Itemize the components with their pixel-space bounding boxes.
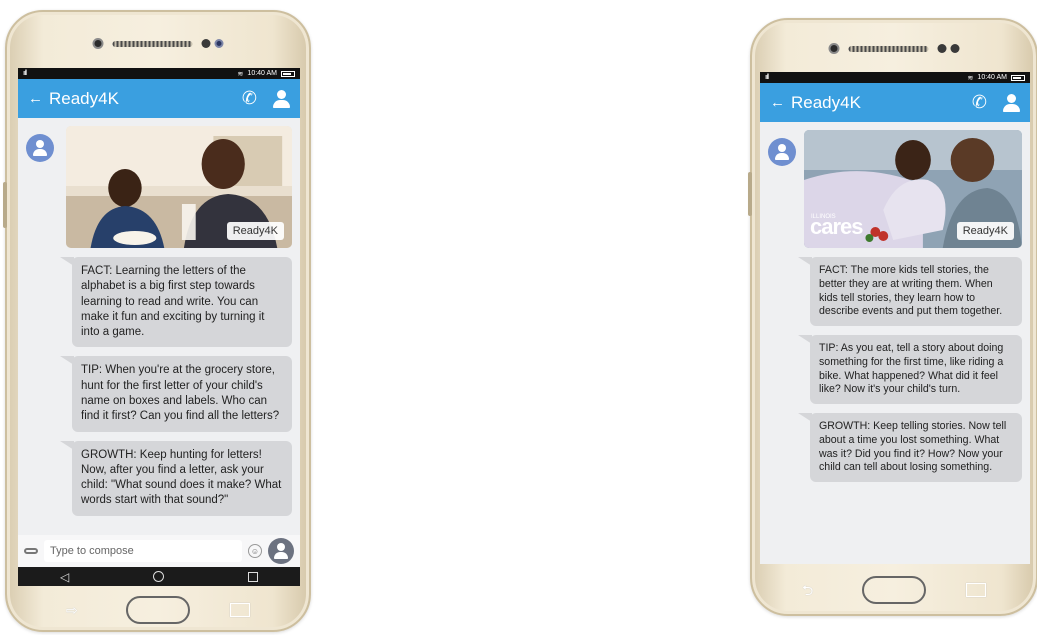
message-tip: TIP: When you're at the grocery store, h… bbox=[60, 356, 292, 432]
illinois-cares-logo: cares bbox=[810, 214, 864, 239]
contact-title: Ready4K bbox=[791, 92, 861, 112]
compose-bar: Type to compose ☺ bbox=[18, 535, 300, 567]
front-camera bbox=[92, 38, 104, 49]
contact-person-icon[interactable] bbox=[273, 89, 290, 108]
message-growth: GROWTH: Keep telling stories. Now tell a… bbox=[798, 413, 1022, 483]
screen: ııll ≋ 10:40 AM ← Ready4K ✆ bbox=[760, 72, 1030, 564]
sender-avatar-icon bbox=[26, 134, 54, 162]
hardware-back-icon[interactable]: ⮌ bbox=[802, 583, 822, 597]
android-nav-bar: ◁ bbox=[18, 567, 300, 586]
send-button[interactable] bbox=[268, 538, 294, 564]
signal-icon: ııll bbox=[23, 70, 27, 77]
status-bar: ııll ≋ 10:40 AM bbox=[18, 68, 300, 79]
phone-call-icon[interactable]: ✆ bbox=[972, 92, 987, 113]
ready4k-logo: Ready4K bbox=[226, 222, 284, 240]
hardware-home-button[interactable] bbox=[126, 596, 190, 624]
light-sensor bbox=[214, 39, 224, 48]
nav-recents-icon[interactable] bbox=[248, 571, 259, 582]
speaker-grill bbox=[112, 40, 193, 47]
proximity-sensor bbox=[937, 44, 947, 53]
hardware-buttons: ⮌ bbox=[752, 576, 1036, 604]
nav-back-icon[interactable]: ◁ bbox=[60, 570, 69, 584]
signal-icon: ııll bbox=[765, 74, 769, 81]
status-time: 10:40 AM bbox=[247, 70, 277, 77]
volume-button bbox=[3, 182, 7, 228]
app-bar: ← Ready4K ✆ bbox=[18, 79, 300, 118]
attach-icon[interactable] bbox=[24, 548, 38, 554]
wifi-icon: ≋ bbox=[237, 70, 244, 78]
conversation: ILLINOIS cares Ready4K FACT: The more ki… bbox=[760, 122, 1030, 483]
screen: ııll ≋ 10:40 AM ← Ready4K ✆ bbox=[18, 68, 300, 586]
contact-person-icon[interactable] bbox=[1003, 93, 1020, 112]
hardware-home-button[interactable] bbox=[862, 576, 926, 604]
hardware-menu-icon[interactable] bbox=[966, 583, 986, 597]
hardware-menu-icon[interactable] bbox=[230, 603, 250, 617]
message-fact: FACT: The more kids tell stories, the be… bbox=[798, 257, 1022, 327]
nav-home-icon[interactable] bbox=[153, 571, 165, 582]
light-sensor bbox=[950, 44, 960, 53]
hardware-buttons: ⇨ bbox=[7, 596, 309, 624]
battery-icon bbox=[281, 70, 295, 77]
app-bar: ← Ready4K ✆ bbox=[760, 83, 1030, 122]
back-arrow-icon[interactable]: ← bbox=[28, 90, 43, 107]
status-bar: ııll ≋ 10:40 AM bbox=[760, 72, 1030, 83]
back-arrow-icon[interactable]: ← bbox=[770, 94, 785, 111]
message-photo[interactable]: ILLINOIS cares Ready4K bbox=[804, 130, 1022, 248]
proximity-sensor bbox=[201, 39, 211, 48]
battery-icon bbox=[1011, 74, 1025, 81]
conversation: Ready4K FACT: Learning the letters of th… bbox=[18, 118, 300, 516]
wifi-icon: ≋ bbox=[967, 74, 974, 82]
ready4k-logo: Ready4K bbox=[956, 222, 1014, 240]
message-tip: TIP: As you eat, tell a story about doin… bbox=[798, 335, 1022, 405]
front-camera bbox=[828, 43, 840, 54]
earpiece bbox=[92, 38, 224, 49]
phone-call-icon[interactable]: ✆ bbox=[242, 88, 257, 109]
earpiece bbox=[828, 43, 960, 54]
emoji-icon[interactable]: ☺ bbox=[248, 544, 262, 558]
sender-avatar-icon bbox=[768, 138, 796, 166]
speaker-grill bbox=[848, 45, 929, 52]
hardware-back-icon[interactable]: ⇨ bbox=[66, 603, 86, 617]
compose-input[interactable]: Type to compose bbox=[44, 540, 242, 562]
phone-left: ııll ≋ 10:40 AM ← Ready4K ✆ Ready4K FACT… bbox=[3, 10, 311, 632]
status-time: 10:40 AM bbox=[977, 74, 1007, 81]
volume-button bbox=[748, 172, 752, 216]
phone-right: ııll ≋ 10:40 AM ← Ready4K ✆ ILLINOIS car… bbox=[748, 18, 1037, 616]
message-photo[interactable]: Ready4K bbox=[66, 126, 292, 248]
contact-title: Ready4K bbox=[49, 88, 119, 108]
message-fact: FACT: Learning the letters of the alphab… bbox=[60, 257, 292, 348]
message-growth: GROWTH: Keep hunting for letters! Now, a… bbox=[60, 440, 292, 516]
